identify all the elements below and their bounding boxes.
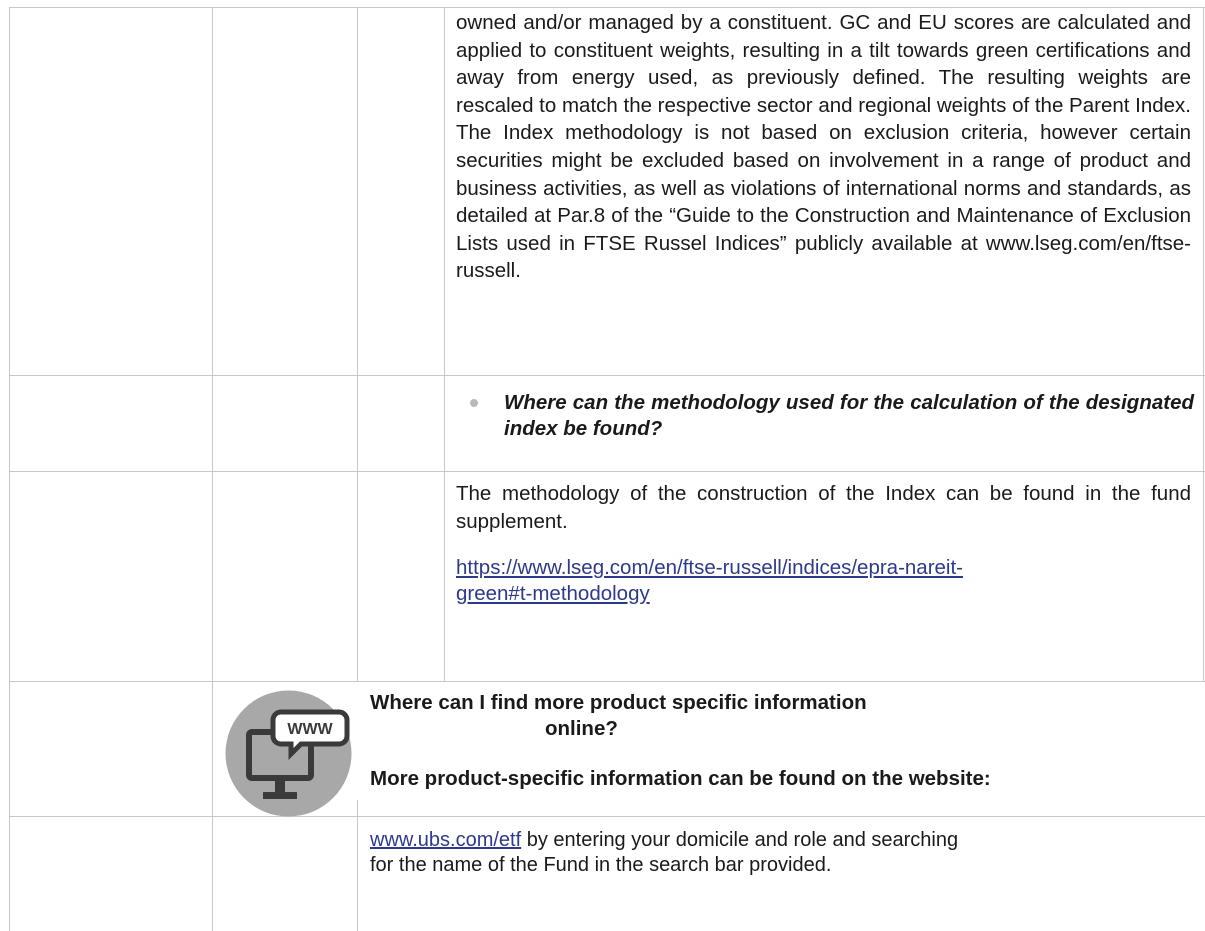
methodology-description-cell: owned and/or managed by a constituent. G…	[456, 9, 1191, 285]
row-border-4	[9, 816, 1205, 817]
methodology-question: Where can the methodology used for the c…	[504, 391, 1194, 440]
online-info-heading-line2: online?	[545, 717, 618, 740]
website-instructions-cell: www.ubs.com/etf by entering your domicil…	[370, 827, 1190, 878]
col-border-3	[357, 7, 358, 681]
website-instructions-line2: for the name of the Fund in the search b…	[370, 854, 832, 876]
methodology-answer-cell: The methodology of the construction of t…	[456, 480, 1191, 607]
online-info-subheading: More product-specific information can be…	[370, 767, 991, 790]
col-border-4	[444, 7, 445, 681]
methodology-answer: The methodology of the construction of t…	[456, 482, 1191, 533]
col-border-3-lower	[357, 800, 358, 931]
online-info-heading-line1: Where can I find more product specific i…	[370, 691, 867, 714]
bullet-dot-icon	[470, 399, 478, 407]
methodology-link[interactable]: https://www.lseg.com/en/ftse-russell/ind…	[456, 555, 1191, 607]
row-border-top	[9, 7, 1205, 8]
methodology-link-line2[interactable]: green#t-methodology	[456, 582, 650, 605]
col-border-left	[9, 7, 10, 931]
online-info-cell: Where can I find more product specific i…	[370, 690, 1200, 792]
online-info-heading: Where can I find more product specific i…	[370, 690, 1200, 742]
www-monitor-icon: WWW	[225, 690, 352, 817]
methodology-link-line1[interactable]: https://www.lseg.com/en/ftse-russell/ind…	[456, 556, 963, 579]
website-instructions-line1: by entering your domicile and role and s…	[521, 829, 959, 851]
row-border-1	[9, 375, 1205, 376]
bullet-item: Where can the methodology used for the c…	[456, 390, 1194, 442]
row-border-3	[9, 681, 1205, 682]
ubs-etf-link[interactable]: www.ubs.com/etf	[370, 829, 521, 851]
row-border-2	[9, 471, 1205, 472]
col-border-right	[1203, 7, 1204, 681]
www-icon-label: WWW	[287, 721, 333, 738]
col-border-2	[212, 7, 213, 931]
methodology-description: owned and/or managed by a constituent. G…	[456, 11, 1191, 283]
methodology-question-cell: Where can the methodology used for the c…	[456, 390, 1194, 442]
website-instructions: www.ubs.com/etf by entering your domicil…	[370, 827, 1190, 878]
